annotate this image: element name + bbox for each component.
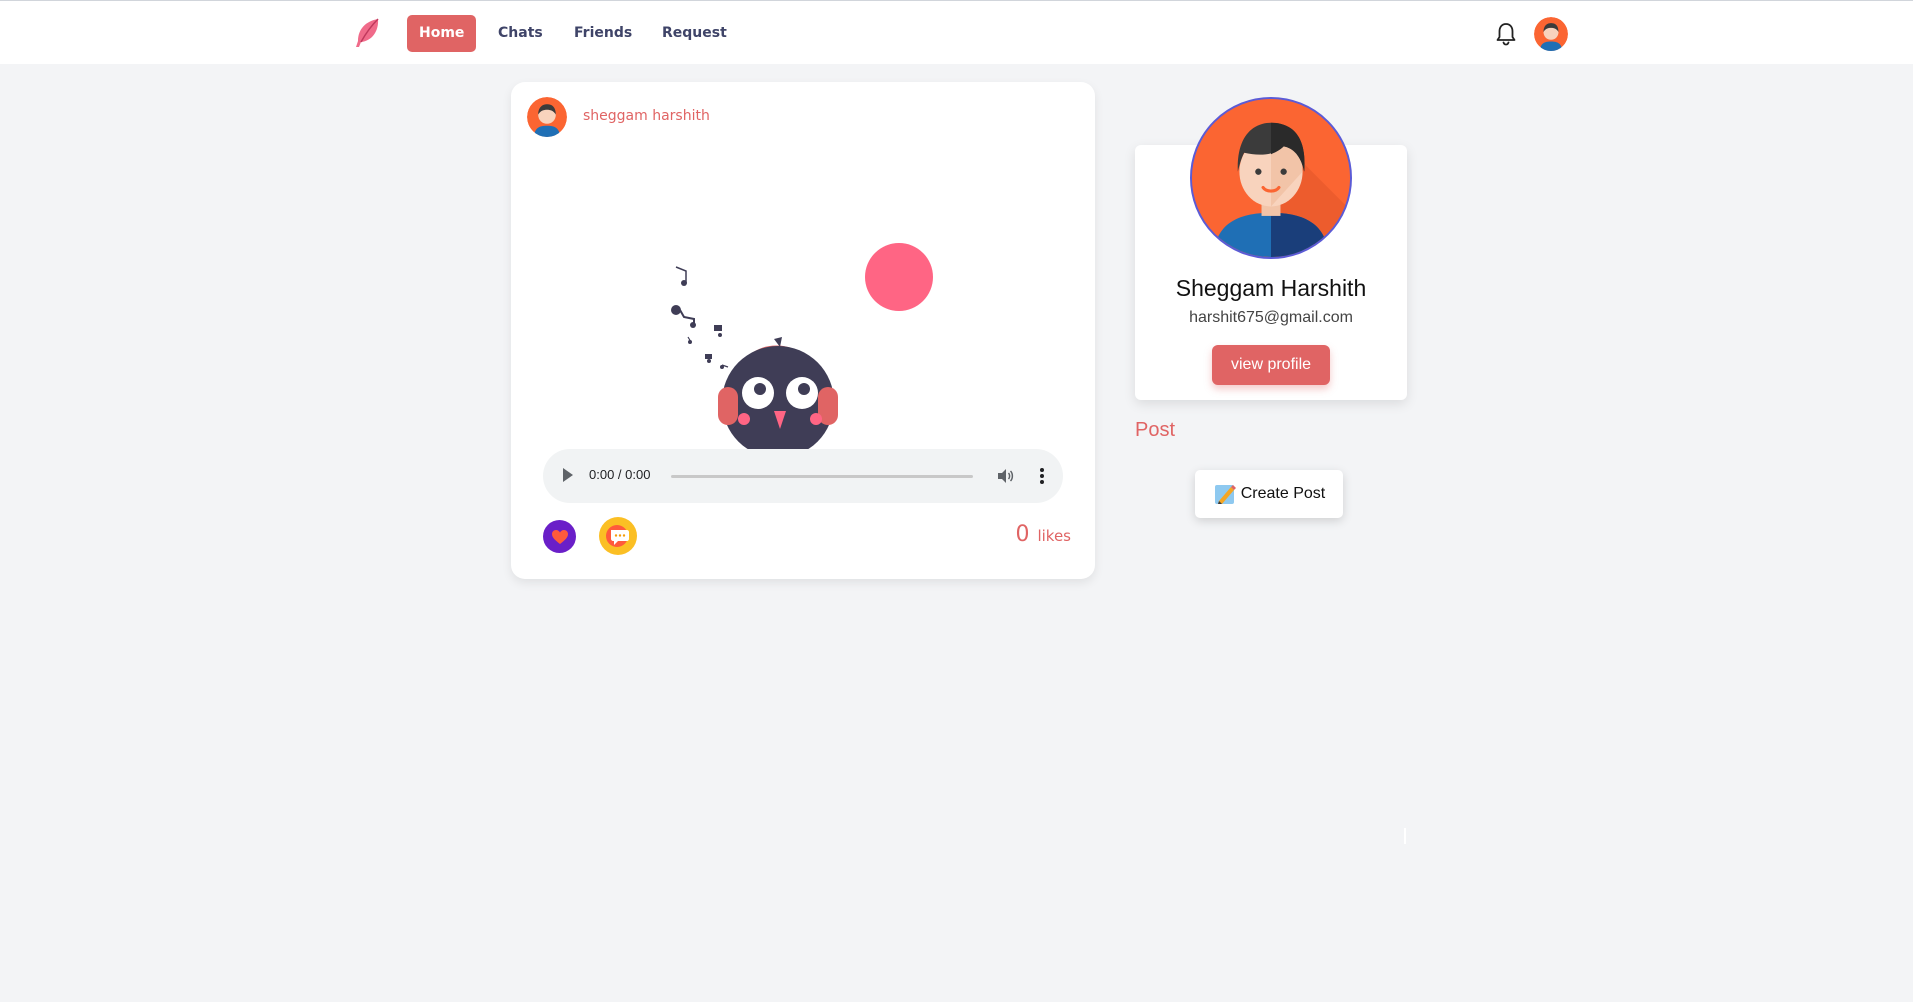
memo-pencil-icon xyxy=(1214,485,1236,504)
nav-avatar[interactable] xyxy=(1534,17,1568,51)
top-navbar: Home Chats Friends Request xyxy=(0,0,1913,64)
more-options-icon[interactable] xyxy=(1039,466,1045,486)
create-post-label: Create Post xyxy=(1240,485,1326,502)
likes-count: 0 xyxy=(1015,522,1030,547)
audio-player: 0:00 / 0:00 xyxy=(543,449,1063,503)
nav-chats[interactable]: Chats xyxy=(486,15,555,52)
post-card: sheggam harshith 0:00 / 0:00 0 likes xyxy=(511,82,1095,579)
text-caret xyxy=(1404,828,1406,844)
post-section-heading: Post xyxy=(1135,419,1176,441)
likes-label: likes xyxy=(1037,527,1071,545)
volume-icon[interactable] xyxy=(995,466,1015,486)
profile-avatar[interactable] xyxy=(1190,97,1352,259)
comment-button[interactable] xyxy=(599,517,637,555)
profile-name: Sheggam Harshith xyxy=(1175,275,1367,301)
view-profile-button[interactable]: view profile xyxy=(1212,345,1330,385)
likes-counter: 0 likes xyxy=(1015,522,1071,547)
play-icon[interactable] xyxy=(563,468,573,482)
profile-email: harshit675@gmail.com xyxy=(1189,309,1353,326)
feather-logo-icon[interactable] xyxy=(352,17,382,49)
nav-request[interactable]: Request xyxy=(650,15,739,52)
like-button[interactable] xyxy=(543,520,576,553)
audio-time: 0:00 / 0:00 xyxy=(589,467,651,482)
nav-friends[interactable]: Friends xyxy=(562,15,644,52)
post-author-name[interactable]: sheggam harshith xyxy=(583,108,710,124)
nav-home[interactable]: Home xyxy=(407,15,477,52)
bell-icon[interactable] xyxy=(1494,21,1518,47)
create-post-button[interactable]: Create Post xyxy=(1195,470,1343,518)
audio-progress-track[interactable] xyxy=(671,475,973,478)
heart-icon xyxy=(551,529,568,544)
post-author-avatar[interactable] xyxy=(527,97,567,137)
comment-icon xyxy=(606,525,629,547)
